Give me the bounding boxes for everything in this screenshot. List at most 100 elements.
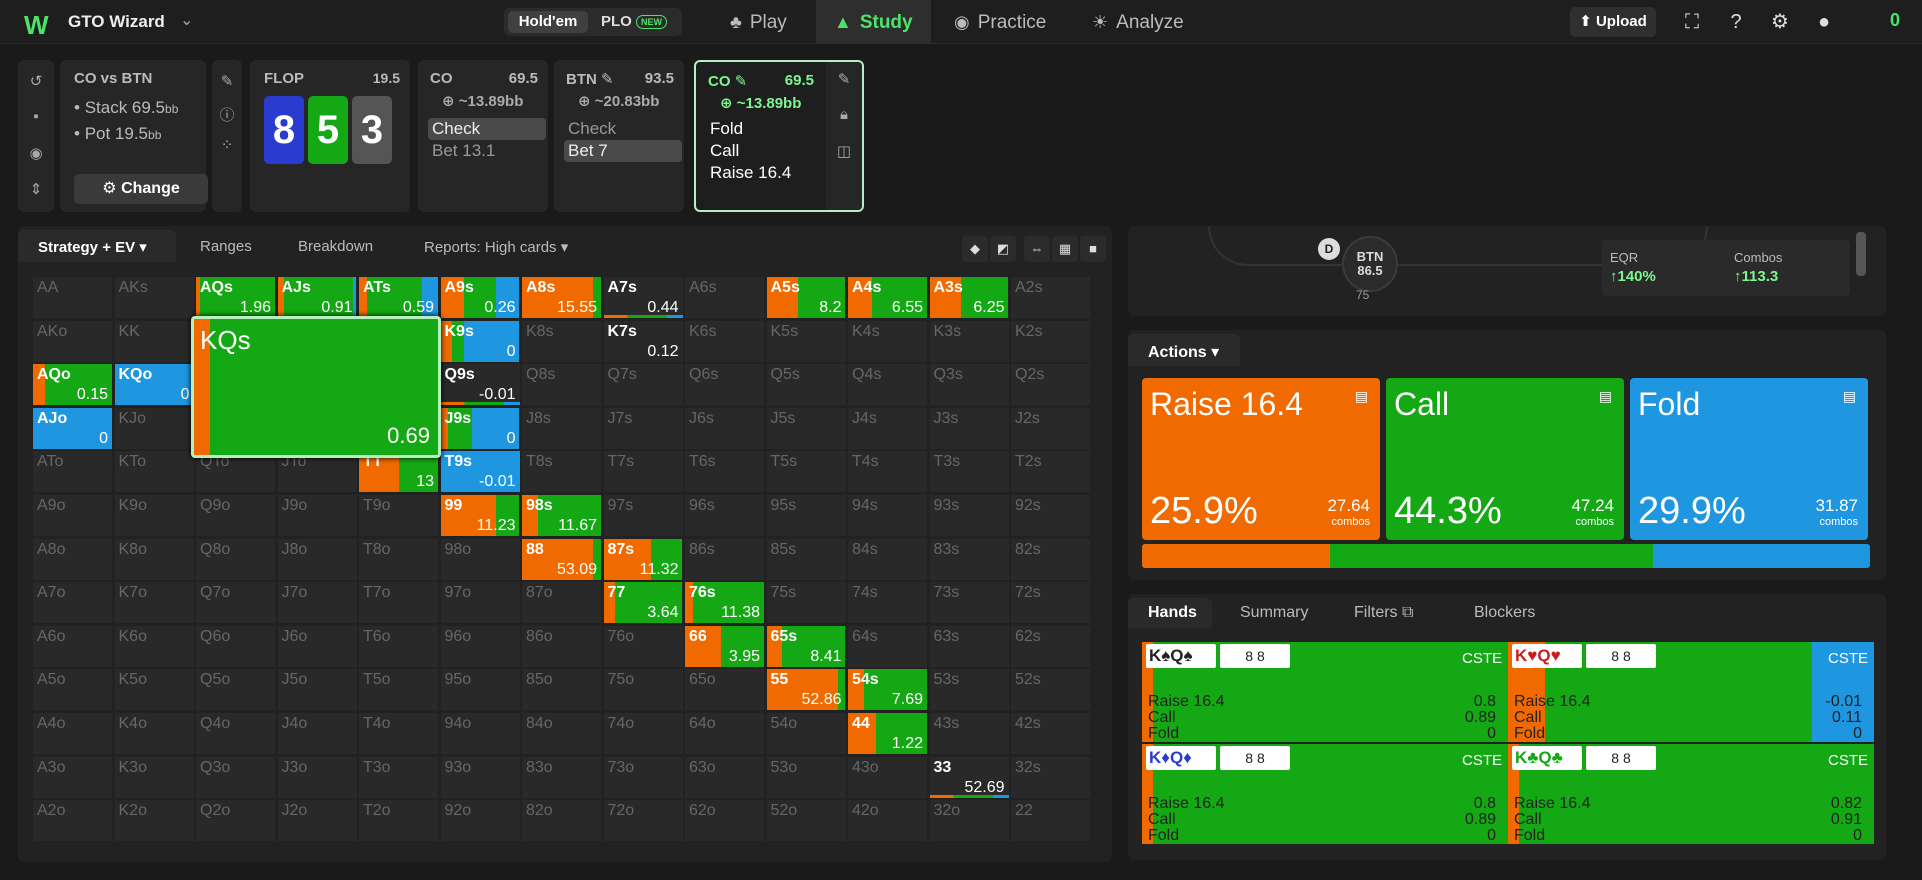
- tab-reports[interactable]: Reports: High cards ▾: [424, 238, 568, 256]
- matrix-cell[interactable]: 53.09 88: [521, 537, 602, 581]
- matrix-cell[interactable]: 0 AJo: [32, 406, 113, 450]
- matrix-cell[interactable]: T2s: [1010, 450, 1091, 494]
- matrix-cell[interactable]: K4s: [847, 319, 928, 363]
- matrix-cell[interactable]: T7o: [358, 581, 439, 625]
- matrix-cell[interactable]: T6o: [358, 624, 439, 668]
- action-bet[interactable]: Bet 13.1: [428, 140, 546, 162]
- tab-strategy-ev[interactable]: Strategy + EV ▾: [38, 238, 147, 256]
- matrix-cell[interactable]: 92s: [1010, 494, 1091, 537]
- nav-tab-practice[interactable]: ◉ Practice: [936, 0, 1064, 44]
- matrix-cell[interactable]: AKs: [113, 276, 195, 319]
- matrix-cell[interactable]: J5o: [276, 668, 358, 712]
- matrix-cell[interactable]: A4o: [32, 712, 113, 755]
- tab-blockers[interactable]: Blockers: [1474, 604, 1535, 622]
- nodes-icon[interactable]: ⁘: [212, 136, 242, 154]
- matrix-cell[interactable]: 83o: [521, 755, 602, 799]
- matrix-cell[interactable]: 8.41 65s: [765, 624, 847, 668]
- matrix-cell[interactable]: K5s: [765, 319, 847, 363]
- matrix-cell[interactable]: 22: [1010, 799, 1091, 843]
- matrix-cell[interactable]: 94o: [439, 712, 521, 755]
- tab-hands[interactable]: Hands: [1148, 604, 1197, 622]
- matrix-cell[interactable]: 11.32 87s: [602, 537, 684, 581]
- matrix-cell[interactable]: 65o: [684, 668, 765, 712]
- matrix-cell[interactable]: 85o: [521, 668, 602, 712]
- matrix-cell[interactable]: T3o: [358, 755, 439, 799]
- upload-button[interactable]: ⬆ Upload: [1570, 7, 1656, 37]
- matrix-cell[interactable]: Q9o: [195, 494, 276, 537]
- matrix-cell[interactable]: 87o: [521, 581, 602, 625]
- matrix-cell[interactable]: A8o: [32, 537, 113, 581]
- player-box-btn[interactable]: BTN ✎ 93.5 ⊕ ~20.83bb Check Bet 7: [554, 60, 684, 212]
- wizard-logo-icon[interactable]: W: [24, 10, 49, 41]
- lock-icon[interactable]: 🔒︎: [829, 106, 859, 123]
- hand-card[interactable]: K♥Q♥ 8 8 CSTE Raise 16.4 -0.01 Call 0.11 Fold 0: [1508, 642, 1874, 742]
- matrix-cell[interactable]: K9o: [113, 494, 195, 537]
- matrix-cell[interactable]: 1.22 44: [847, 712, 928, 755]
- flop-box[interactable]: FLOP 19.5 8 5 3: [250, 60, 410, 212]
- matrix-cell[interactable]: K2s: [1010, 319, 1091, 363]
- undo-icon[interactable]: ↺: [18, 72, 54, 90]
- action-check[interactable]: Check: [428, 118, 546, 140]
- coin-icon[interactable]: [1858, 8, 1886, 36]
- matrix-cell[interactable]: 86o: [521, 624, 602, 668]
- matrix-cell[interactable]: K3s: [928, 319, 1010, 363]
- action-raise[interactable]: Raise 16.4: [706, 162, 824, 184]
- split-icon[interactable]: ◩: [990, 236, 1016, 262]
- matrix-cell[interactable]: 97o: [439, 581, 521, 625]
- matrix-cell[interactable]: J5s: [765, 406, 847, 450]
- matrix-cell[interactable]: 11.23 99: [439, 494, 521, 537]
- matrix-cell[interactable]: 62s: [1010, 624, 1091, 668]
- action-bet[interactable]: Bet 7: [564, 140, 682, 162]
- matrix-cell[interactable]: K6s: [684, 319, 765, 363]
- matrix-cell[interactable]: Q3o: [195, 755, 276, 799]
- matrix-cell[interactable]: 92o: [439, 799, 521, 843]
- matrix-cell[interactable]: 82s: [1010, 537, 1091, 581]
- matrix-cell[interactable]: Q5s: [765, 363, 847, 407]
- pencil-icon[interactable]: ✎: [212, 72, 242, 90]
- matrix-cell[interactable]: -0.01 T9s: [439, 450, 521, 494]
- matrix-cell[interactable]: J3o: [276, 755, 358, 799]
- notes-icon[interactable]: ▤: [1843, 388, 1856, 405]
- matrix-cell[interactable]: 62o: [684, 799, 765, 843]
- matrix-cell[interactable]: K7o: [113, 581, 195, 625]
- matrix-cell[interactable]: J8s: [521, 406, 602, 450]
- matrix-cell[interactable]: 73s: [928, 581, 1010, 625]
- gamepad-icon[interactable]: ◉: [18, 144, 54, 162]
- matrix-cell[interactable]: 3.95 66: [684, 624, 765, 668]
- matrix-cell[interactable]: 0.12 K7s: [602, 319, 684, 363]
- matrix-cell[interactable]: Q5o: [195, 668, 276, 712]
- help-icon[interactable]: ?: [1722, 8, 1750, 36]
- matrix-cell[interactable]: 0 J9s: [439, 406, 521, 450]
- matrix-cell[interactable]: K6o: [113, 624, 195, 668]
- matrix-cell[interactable]: T5s: [765, 450, 847, 494]
- matrix-cell[interactable]: Q2o: [195, 799, 276, 843]
- action-fold[interactable]: Fold: [706, 118, 824, 140]
- matrix-cell[interactable]: 73o: [602, 755, 684, 799]
- matrix-cell[interactable]: T4s: [847, 450, 928, 494]
- matrix-cell[interactable]: 11.67 98s: [521, 494, 602, 537]
- matrix-cell[interactable]: A5o: [32, 668, 113, 712]
- matrix-cell[interactable]: T6s: [684, 450, 765, 494]
- matrix-cell[interactable]: 0.26 A9s: [439, 276, 521, 319]
- matrix-cell[interactable]: Q4s: [847, 363, 928, 407]
- matrix-cell[interactable]: 95s: [765, 494, 847, 537]
- matrix-cell[interactable]: 0.91 AJs: [276, 276, 358, 319]
- matrix-cell[interactable]: 63s: [928, 624, 1010, 668]
- save-icon[interactable]: ▪: [18, 108, 54, 125]
- matrix-cell[interactable]: 42o: [847, 799, 928, 843]
- tab-filters[interactable]: Filters ⧉: [1354, 604, 1413, 622]
- hand-card[interactable]: K♣Q♣ 8 8 CSTE Raise 16.4 0.82 Call 0.91 Fold 0: [1508, 744, 1874, 844]
- matrix-cell[interactable]: A6s: [684, 276, 765, 319]
- matrix-cell[interactable]: Q6o: [195, 624, 276, 668]
- matrix-cell[interactable]: 54o: [765, 712, 847, 755]
- matrix-cell[interactable]: 6.55 A4s: [847, 276, 928, 319]
- matrix-cell[interactable]: 95o: [439, 668, 521, 712]
- matrix-cell[interactable]: 11.38 76s: [684, 581, 765, 625]
- matrix-cell[interactable]: Q4o: [195, 712, 276, 755]
- matrix-cell[interactable]: J9o: [276, 494, 358, 537]
- scrollbar[interactable]: [1856, 232, 1866, 276]
- matrix-cell[interactable]: T5o: [358, 668, 439, 712]
- actions-dropdown[interactable]: Actions ▾: [1148, 342, 1219, 362]
- hand-card[interactable]: K♠Q♠ 8 8 CSTE Raise 16.4 0.8 Call 0.89 Fold 0: [1142, 642, 1508, 742]
- matrix-cell[interactable]: 43s: [928, 712, 1010, 755]
